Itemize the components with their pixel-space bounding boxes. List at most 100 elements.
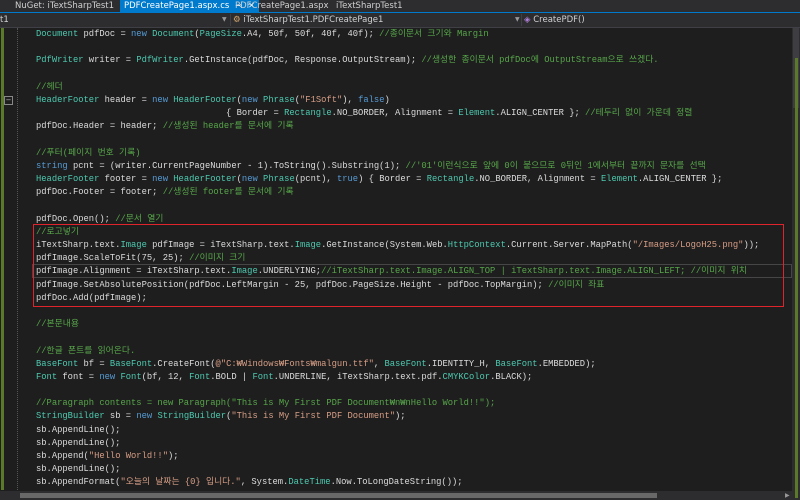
code-line[interactable]: //헤더 bbox=[36, 81, 791, 94]
type-token: Element bbox=[600, 174, 638, 185]
comment-token: //푸터(페이지 번호 기록) bbox=[36, 147, 141, 158]
code-line[interactable]: HeaderFooter footer = new HeaderFooter(n… bbox=[36, 173, 791, 186]
code-line[interactable]: sb.AppendLine(); bbox=[36, 463, 791, 476]
code-token: , System. bbox=[240, 477, 289, 488]
collapse-icon[interactable]: − bbox=[4, 96, 13, 105]
code-token: .BOLD | bbox=[210, 371, 253, 382]
divider bbox=[230, 14, 231, 26]
code-line[interactable] bbox=[36, 199, 791, 212]
tab-itextsharptest1[interactable]: iTextSharpTest1 bbox=[336, 0, 403, 12]
member-label: CreatePDF() bbox=[533, 15, 585, 25]
code-token: .GetInstance(pdfDoc, Response.OutputStre… bbox=[183, 55, 422, 66]
keyword-token: false bbox=[358, 94, 385, 105]
code-token: .EMBEDDED); bbox=[537, 358, 596, 369]
code-line[interactable]: //한글 폰트를 읽어온다. bbox=[36, 345, 791, 358]
code-line[interactable]: sb.AppendLine(); bbox=[36, 424, 791, 437]
code-token: .BLACK); bbox=[490, 371, 533, 382]
tab-label: PDFCreatePage1.aspx bbox=[235, 1, 329, 11]
chevron-down-icon[interactable]: ▼ bbox=[515, 13, 520, 27]
keyword-token: new bbox=[241, 94, 258, 105]
keyword-token: new bbox=[152, 94, 168, 105]
code-line[interactable] bbox=[36, 331, 791, 344]
chevron-down-icon[interactable]: ▼ bbox=[222, 13, 227, 27]
code-line[interactable]: BaseFont bf = BaseFont.CreateFont(@"C:₩W… bbox=[36, 358, 791, 371]
code-token: .ALIGN_CENTER }; bbox=[637, 174, 723, 185]
code-line[interactable] bbox=[36, 384, 791, 397]
tab-label: PDFCreatePage1.aspx.cs bbox=[124, 1, 230, 11]
tab-pdfcreatepage1-aspx[interactable]: PDFCreatePage1.aspx bbox=[235, 0, 329, 12]
code-token: sb.AppendLine(); bbox=[36, 424, 121, 435]
code-line[interactable] bbox=[36, 68, 791, 81]
type-token: PageSize bbox=[199, 29, 242, 39]
type-token: HeaderFooter bbox=[173, 174, 237, 185]
code-line[interactable]: PdfWriter writer = PdfWriter.GetInstance… bbox=[36, 54, 791, 67]
keyword-token: true bbox=[336, 174, 359, 185]
tab-label: iTextSharpTest1 bbox=[336, 1, 403, 11]
navigation-bar: t1 ▼ ⚙ iTextSharpTest1.PDFCreatePage1 ▼ … bbox=[0, 13, 800, 28]
class-icon: ⚙ bbox=[233, 15, 241, 25]
code-token: sb.AppendLine(); bbox=[36, 464, 121, 475]
code-line[interactable]: Document pdfDoc = new Document(PageSize.… bbox=[36, 28, 791, 41]
code-line[interactable]: //Paragraph contents = new Paragraph("Th… bbox=[36, 397, 791, 410]
keyword-token: new bbox=[99, 371, 116, 382]
horizontal-scrollbar[interactable]: ▶ bbox=[0, 491, 792, 500]
document-tab-bar: NuGet: iTextSharpTest1 PDFCreatePage1.as… bbox=[0, 0, 800, 12]
code-token: .A4, 50f, 50f, 40f, 40f); bbox=[241, 29, 380, 39]
code-line[interactable]: { Border = Rectangle.NO_BORDER, Alignmen… bbox=[36, 107, 791, 120]
keyword-token: new bbox=[131, 29, 147, 39]
scrollbar-thumb[interactable] bbox=[20, 493, 657, 498]
tab-nuget[interactable]: NuGet: iTextSharpTest1 bbox=[15, 0, 114, 12]
code-token: header = bbox=[99, 94, 153, 105]
type-token: HeaderFooter bbox=[36, 174, 100, 185]
type-token: HeaderFooter bbox=[36, 94, 100, 105]
member-dropdown[interactable]: ◈ CreatePDF() bbox=[524, 13, 784, 27]
type-token: CMYKColor bbox=[442, 371, 491, 382]
code-token: sb.AppendFormat( bbox=[36, 477, 121, 488]
string-token: "오늘의 날짜는 {0} 입니다." bbox=[120, 477, 241, 488]
code-line[interactable]: //푸터(페이지 번호 기록) bbox=[36, 147, 791, 160]
type-token: Font bbox=[36, 371, 58, 382]
code-token: sb.AppendLine(); bbox=[36, 437, 121, 448]
project-dropdown[interactable]: t1 bbox=[0, 13, 230, 27]
tab-label: NuGet: iTextSharpTest1 bbox=[15, 1, 115, 11]
code-line[interactable]: sb.AppendLine(); bbox=[36, 437, 791, 450]
type-token: Element bbox=[458, 108, 496, 119]
code-line[interactable]: HeaderFooter header = new HeaderFooter(n… bbox=[36, 94, 791, 107]
method-icon: ◈ bbox=[524, 15, 531, 25]
type-token: Document bbox=[36, 29, 79, 39]
indent-guide bbox=[17, 28, 18, 490]
scroll-right-icon[interactable]: ▶ bbox=[785, 491, 790, 500]
code-line[interactable]: Font font = new Font(bf, 12, Font.BOLD |… bbox=[36, 371, 791, 384]
type-token: Phrase bbox=[263, 174, 295, 185]
code-token: pcnt = (writer.CurrentPageNumber - 1).To… bbox=[67, 160, 406, 171]
code-line[interactable] bbox=[36, 134, 791, 147]
keyword-token: string bbox=[36, 160, 68, 171]
code-line[interactable]: sb.AppendFormat("오늘의 날짜는 {0} 입니다.", Syst… bbox=[36, 476, 791, 489]
code-line[interactable]: string pcnt = (writer.CurrentPageNumber … bbox=[36, 160, 791, 173]
code-token: .Now.ToLongDateString()); bbox=[330, 477, 463, 488]
type-token: BaseFont bbox=[495, 358, 538, 369]
code-line[interactable]: pdfDoc.Footer = footer; //생성된 footer를 문서… bbox=[36, 186, 791, 199]
code-token: writer = bbox=[83, 55, 137, 66]
vertical-scrollbar[interactable] bbox=[792, 28, 800, 500]
code-line[interactable]: //본문내용 bbox=[36, 318, 791, 331]
type-token: BaseFont bbox=[36, 358, 79, 369]
code-line[interactable]: StringBuilder sb = new StringBuilder("Th… bbox=[36, 410, 791, 423]
code-line[interactable] bbox=[36, 41, 791, 54]
comment-token: //헤더 bbox=[36, 81, 63, 92]
string-token: "This is My First PDF Document" bbox=[231, 411, 396, 422]
class-label: iTextSharpTest1.PDFCreatePage1 bbox=[243, 15, 384, 25]
code-line[interactable]: sb.Append("Hello World!!"); bbox=[36, 450, 791, 463]
code-token: .CreateFont( bbox=[152, 358, 216, 369]
code-line[interactable]: pdfDoc.Header = header; //생성된 header를 문서… bbox=[36, 120, 791, 133]
code-token: ); bbox=[395, 411, 406, 422]
class-dropdown[interactable]: ⚙ iTextSharpTest1.PDFCreatePage1 bbox=[233, 13, 513, 27]
code-token: (pcnt), bbox=[294, 174, 337, 185]
code-token: font = bbox=[57, 371, 100, 382]
code-token: ) bbox=[384, 94, 390, 105]
code-token: .IDENTITY_H, bbox=[426, 358, 496, 369]
code-token: .UNDERLINE, iTextSharp.text.pdf. bbox=[273, 371, 443, 382]
code-token: pdfDoc = bbox=[78, 29, 132, 39]
type-token: StringBuilder bbox=[157, 411, 227, 422]
keyword-token: new bbox=[152, 174, 168, 185]
